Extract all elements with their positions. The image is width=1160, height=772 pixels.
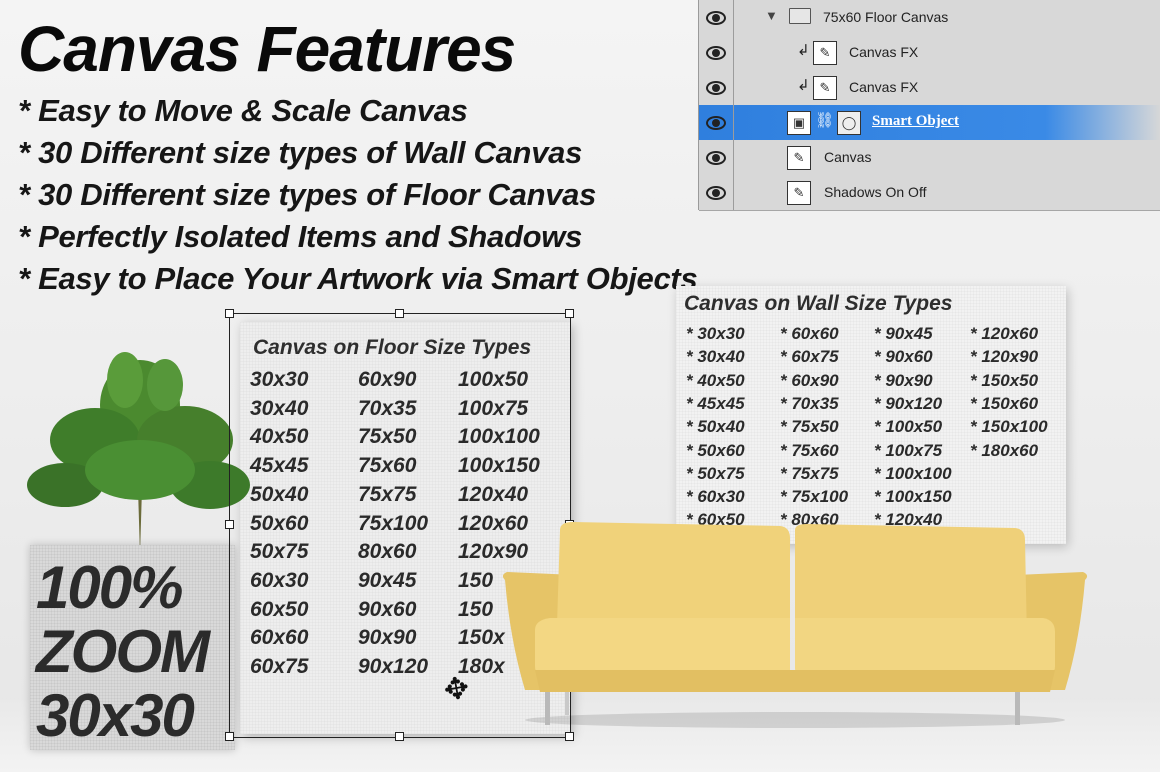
eye-icon (706, 80, 726, 95)
wall-size-label: * 75x50 (780, 417, 839, 437)
layer-name: Canvas FX (849, 44, 919, 60)
visibility-toggle[interactable] (699, 70, 734, 105)
wall-size-label: * 90x45 (874, 324, 933, 343)
brush-icon: ✎ (813, 76, 837, 100)
wall-size-label: * 100x100 (874, 463, 952, 483)
sofa (502, 522, 1088, 728)
wall-size-label: * 50x40 (686, 417, 745, 437)
visibility-toggle[interactable] (699, 105, 734, 140)
wall-size-label: * 120x60 (970, 324, 1039, 343)
potted-plant (27, 352, 250, 555)
wall-size-label: * 100x150 (874, 487, 952, 507)
layer-name: Canvas (824, 149, 872, 165)
wall-size-label: * 60x60 (780, 324, 839, 343)
wall-size-label: * 90x60 (874, 347, 933, 367)
wall-size-label: * 60x75 (780, 347, 839, 367)
eye-icon (706, 10, 726, 25)
wall-size-label: * 150x100 (970, 417, 1048, 437)
expand-triangle-icon[interactable]: ▼ (765, 8, 778, 23)
transform-handle[interactable] (565, 732, 574, 741)
wall-size-label: * 45x45 (686, 393, 745, 413)
transform-handle[interactable] (395, 309, 404, 318)
brush-icon: ✎ (813, 41, 837, 65)
page-title: Canvas Features (18, 13, 516, 85)
feature-item: * Easy to Move & Scale Canvas (18, 93, 468, 128)
smart-object-icon: ▣ (787, 111, 811, 135)
transform-handle[interactable] (225, 520, 234, 529)
layer-row-smart-object[interactable]: ▣ ⛓ ◯ Smart Object (699, 105, 1160, 141)
brush-icon: ✎ (787, 146, 811, 170)
wall-size-label: * 70x35 (780, 393, 839, 413)
layer-name: Canvas FX (849, 79, 919, 95)
feature-list: * Easy to Move & Scale Canvas * 30 Diffe… (18, 90, 698, 300)
wall-size-label: * 75x75 (780, 463, 839, 483)
eye-icon (706, 45, 726, 60)
wall-size-label: * 60x90 (780, 370, 839, 390)
layers-panel: ▼ 75x60 Floor Canvas ↲ ✎ Canvas FX ↲ ✎ C… (698, 0, 1160, 211)
wall-size-label: * 60x30 (686, 487, 745, 507)
wall-size-label: * 100x50 (874, 417, 943, 437)
transform-handle[interactable] (565, 309, 574, 318)
wall-size-label: * 50x60 (686, 440, 745, 460)
eye-icon (706, 150, 726, 165)
wall-size-label: * 100x75 (874, 440, 943, 460)
wall-size-label: * 30x30 (686, 324, 745, 343)
visibility-toggle[interactable] (699, 0, 734, 35)
wall-size-label: * 90x90 (874, 370, 933, 390)
wall-size-label: * 50x75 (686, 463, 745, 483)
wall-size-label: * 90x120 (874, 393, 943, 413)
layer-name: Smart Object (872, 113, 960, 129)
mask-thumbnail-icon: ◯ (837, 111, 861, 135)
wall-size-label: * 40x50 (686, 370, 745, 390)
layer-name: Shadows On Off (824, 184, 927, 200)
clipping-arrow-icon: ↲ (797, 77, 810, 94)
feature-item: * Easy to Place Your Artwork via Smart O… (18, 261, 698, 296)
feature-item: * 30 Different size types of Wall Canvas (18, 135, 583, 170)
eye-icon (706, 185, 726, 200)
layer-row-floor-canvas-group[interactable]: ▼ 75x60 Floor Canvas (699, 0, 1160, 36)
wall-size-label: * 180x60 (970, 440, 1039, 460)
zoom-label-block: 100% ZOOM 30x30 (30, 545, 235, 750)
layer-name: 75x60 Floor Canvas (823, 9, 949, 25)
wall-size-label: * 75x60 (780, 440, 839, 460)
chain-link-icon: ⛓ (815, 112, 835, 129)
visibility-toggle[interactable] (699, 35, 734, 70)
transform-handle[interactable] (225, 309, 234, 318)
wall-size-label: * 150x60 (970, 393, 1039, 413)
visibility-toggle[interactable] (699, 140, 734, 175)
feature-item: * Perfectly Isolated Items and Shadows (18, 219, 583, 254)
eye-icon (706, 115, 726, 130)
clipping-arrow-icon: ↲ (797, 42, 810, 59)
transform-handle[interactable] (225, 732, 234, 741)
wall-canvas-title: Canvas on Wall Size Types (684, 292, 953, 315)
layer-row-canvas-fx[interactable]: ↲ ✎ Canvas FX (699, 70, 1160, 106)
wall-canvas: Canvas on Wall Size Types * 30x30 * 30x40… (676, 286, 1066, 544)
layer-row-shadows[interactable]: ✎ Shadows On Off (699, 175, 1160, 211)
transform-handle[interactable] (395, 732, 404, 741)
layer-row-canvas-fx[interactable]: ↲ ✎ Canvas FX (699, 35, 1160, 71)
zoom-percent: 100% (36, 554, 183, 621)
wall-size-label: * 150x50 (970, 370, 1039, 390)
wall-size-label: * 120x90 (970, 347, 1039, 367)
zoom-word: ZOOM (36, 618, 210, 685)
wall-size-label: * 30x40 (686, 347, 745, 367)
visibility-toggle[interactable] (699, 175, 734, 210)
zoom-size: 30x30 (36, 682, 195, 749)
brush-icon: ✎ (787, 181, 811, 205)
folder-icon (789, 8, 811, 24)
layer-row-canvas[interactable]: ✎ Canvas (699, 140, 1160, 176)
feature-item: * 30 Different size types of Floor Canva… (18, 177, 597, 212)
wall-size-label: * 75x100 (780, 487, 849, 507)
